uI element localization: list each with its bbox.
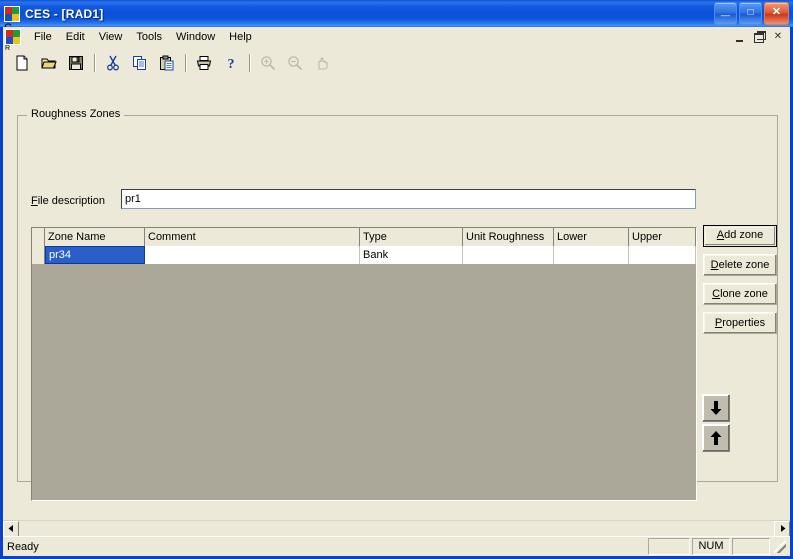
scrollbar-track[interactable] bbox=[19, 520, 774, 537]
client-area: R File Edit View Tools Window Help ✕ ? R… bbox=[3, 27, 790, 556]
file-description-label: File description bbox=[31, 195, 105, 207]
clone-zone-button[interactable]: Clone zone bbox=[703, 283, 777, 305]
table-row[interactable]: pr34 Bank bbox=[32, 246, 696, 264]
scroll-left-icon[interactable] bbox=[3, 520, 19, 537]
mdi-close-button[interactable]: ✕ bbox=[769, 29, 787, 46]
grid-column-header-zone-name[interactable]: Zone Name bbox=[45, 228, 145, 246]
svg-text:?: ? bbox=[228, 57, 235, 71]
grid-column-header-lower[interactable]: Lower bbox=[554, 228, 629, 246]
properties-label: roperties bbox=[722, 317, 766, 329]
grid-cell-zone-name[interactable]: pr34 bbox=[45, 246, 145, 264]
status-message: Ready bbox=[7, 540, 39, 553]
separator-3 bbox=[249, 53, 251, 72]
up-arrow-icon bbox=[710, 431, 722, 445]
grid-corner-cell[interactable] bbox=[32, 228, 45, 246]
groupbox-legend: Roughness Zones bbox=[27, 108, 125, 121]
menu-bar: R File Edit View Tools Window Help ✕ bbox=[3, 27, 790, 52]
toolbar: ? bbox=[3, 48, 790, 78]
mdi-restore-button[interactable] bbox=[750, 29, 768, 46]
separator-2 bbox=[185, 53, 187, 72]
help-icon[interactable]: ? bbox=[218, 50, 244, 75]
grid-empty-area[interactable] bbox=[32, 264, 696, 500]
menu-item-edit[interactable]: Edit bbox=[59, 28, 92, 46]
rad-document-icon[interactable]: R bbox=[5, 29, 21, 52]
mdi-child-window: Roughness Zones File description Zone Na… bbox=[3, 77, 790, 556]
zones-grid[interactable]: Zone Name Comment Type Unit Roughness Lo… bbox=[31, 227, 697, 501]
down-arrow-icon bbox=[710, 401, 722, 415]
scroll-right-icon[interactable] bbox=[774, 520, 790, 537]
add-zone-button[interactable]: Add zone bbox=[703, 225, 777, 247]
add-zone-accel: A bbox=[716, 229, 725, 241]
menu-item-view[interactable]: View bbox=[92, 28, 130, 46]
close-button[interactable]: ✕ bbox=[764, 2, 789, 25]
mdi-window-controls: ✕ bbox=[731, 29, 787, 46]
grid-column-header-unit-roughness[interactable]: Unit Roughness bbox=[463, 228, 554, 246]
status-panel-1 bbox=[648, 538, 690, 555]
move-up-button[interactable] bbox=[702, 424, 730, 452]
mdi-minimize-button[interactable] bbox=[731, 29, 749, 46]
grid-cell-lower[interactable] bbox=[554, 246, 629, 264]
move-down-button[interactable] bbox=[702, 394, 730, 422]
grid-cell-upper[interactable] bbox=[629, 246, 696, 264]
title-bar: C CES - [RAD1] _ □ ✕ bbox=[0, 0, 793, 27]
delete-zone-button[interactable]: Delete zone bbox=[703, 254, 777, 276]
delete-zone-accel: D bbox=[710, 259, 719, 271]
grid-cell-unit-roughness[interactable] bbox=[463, 246, 554, 264]
open-icon[interactable] bbox=[36, 50, 62, 75]
save-icon[interactable] bbox=[63, 50, 89, 75]
ces-app-icon[interactable]: C bbox=[4, 5, 20, 27]
window-title: CES - [RAD1] bbox=[25, 6, 104, 21]
print-icon[interactable] bbox=[191, 50, 217, 75]
clone-zone-label: lone zone bbox=[720, 288, 768, 300]
menu-item-window[interactable]: Window bbox=[169, 28, 222, 46]
status-panel-3 bbox=[732, 538, 770, 555]
maximize-button[interactable]: □ bbox=[739, 2, 762, 25]
new-icon[interactable] bbox=[9, 50, 35, 75]
grid-cell-comment[interactable] bbox=[145, 246, 360, 264]
grid-cell-type[interactable]: Bank bbox=[360, 246, 463, 264]
pan-hand-icon bbox=[309, 50, 335, 75]
delete-zone-label: elete zone bbox=[718, 259, 770, 271]
grid-column-header-comment[interactable]: Comment bbox=[145, 228, 360, 246]
file-description-input[interactable] bbox=[121, 189, 696, 209]
grid-row-header[interactable] bbox=[32, 246, 45, 264]
application-window: C CES - [RAD1] _ □ ✕ R File Edit View To… bbox=[0, 0, 793, 559]
grid-column-header-upper[interactable]: Upper bbox=[629, 228, 696, 246]
window-controls: _ □ ✕ bbox=[714, 2, 789, 25]
file-description-label-rest: ile description bbox=[37, 195, 105, 207]
grid-header-row: Zone Name Comment Type Unit Roughness Lo… bbox=[32, 228, 696, 246]
zoom-out-icon bbox=[282, 50, 308, 75]
status-bar: Ready NUM bbox=[3, 536, 790, 556]
menu-item-file[interactable]: File bbox=[27, 28, 59, 46]
menu-item-tools[interactable]: Tools bbox=[129, 28, 169, 46]
status-panel-num: NUM bbox=[692, 538, 730, 555]
minimize-button[interactable]: _ bbox=[714, 2, 737, 25]
clone-zone-accel: C bbox=[712, 288, 721, 300]
cut-icon[interactable] bbox=[100, 50, 126, 75]
copy-icon[interactable] bbox=[127, 50, 153, 75]
separator-1 bbox=[94, 53, 96, 72]
grid-column-header-type[interactable]: Type bbox=[360, 228, 463, 246]
add-zone-label: dd zone bbox=[724, 229, 764, 241]
horizontal-scrollbar[interactable] bbox=[3, 520, 790, 537]
menu-item-help[interactable]: Help bbox=[222, 28, 259, 46]
file-description-accel: F bbox=[31, 195, 38, 207]
paste-icon[interactable] bbox=[154, 50, 180, 75]
properties-button[interactable]: Properties bbox=[703, 312, 777, 334]
resize-gripper[interactable] bbox=[772, 539, 788, 555]
zoom-in-icon bbox=[255, 50, 281, 75]
